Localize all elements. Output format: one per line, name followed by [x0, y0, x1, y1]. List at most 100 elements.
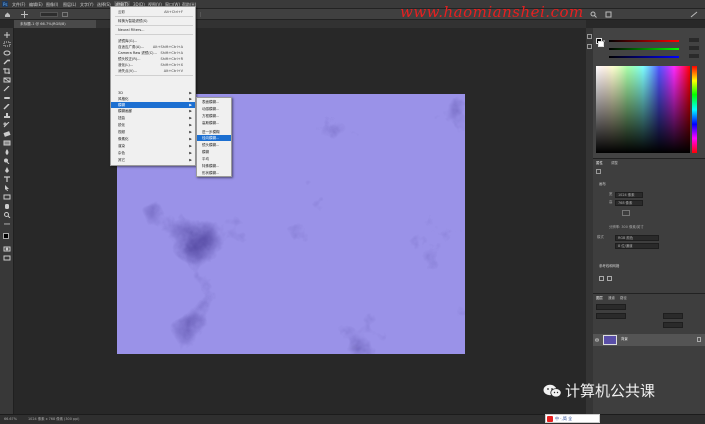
zoom-level[interactable]: 66.67% [4, 417, 17, 422]
ime-status: 中 ·,简 全 [555, 416, 573, 421]
color-spectrum[interactable] [596, 66, 690, 153]
submenu-item-box-blur[interactable]: 方框模糊... [197, 113, 231, 119]
menu-select[interactable]: 选择(S) [97, 1, 111, 8]
red-slider[interactable] [609, 40, 679, 42]
r-value[interactable] [689, 38, 699, 42]
frame-tool-icon[interactable] [3, 77, 11, 83]
crop-tool-icon[interactable] [3, 68, 11, 74]
submenu-item-gaussian-blur[interactable]: 高斯模糊... [197, 120, 231, 126]
blue-slider[interactable] [609, 56, 679, 58]
properties-panel: 属性 调整 画布 宽 1024 像素 高 768 像素 分辨率: 300 像素/… [593, 158, 705, 293]
share-icon[interactable] [690, 11, 698, 18]
eyedropper-tool-icon[interactable] [3, 86, 11, 92]
menu-item-other[interactable]: 其它 ▶ [111, 157, 195, 163]
move-tool-icon[interactable] [3, 32, 11, 38]
menu-edit[interactable]: 编辑(E) [29, 1, 43, 8]
more-tools-icon[interactable] [3, 221, 11, 227]
submenu-item-surface-blur[interactable]: 表面模糊... [197, 99, 231, 105]
rectangle-tool-icon[interactable] [3, 194, 11, 200]
submenu-item-lens-blur[interactable]: 镜头模糊... [197, 142, 231, 148]
menu-item-pixelate[interactable]: 像素化 ▶ [111, 136, 195, 142]
brush-tool-icon[interactable] [3, 104, 11, 110]
history-brush-tool-icon[interactable] [3, 122, 11, 128]
blur-tool-icon[interactable] [3, 149, 11, 155]
app-logo-icon[interactable]: Ps [2, 1, 8, 8]
hand-tool-icon[interactable] [3, 203, 11, 209]
clone-stamp-tool-icon[interactable] [3, 113, 11, 119]
document-info[interactable]: 1024 像素 x 768 像素 (300 ppi) [28, 417, 80, 422]
width-label: 宽 [609, 192, 613, 196]
home-icon[interactable] [4, 11, 11, 18]
options-bar [0, 9, 705, 20]
workspace-icon[interactable] [605, 11, 612, 18]
quick-mask-icon[interactable] [3, 246, 11, 252]
submenu-item-smart-blur[interactable]: 特殊模糊... [197, 163, 231, 169]
tab-properties[interactable]: 属性 [596, 160, 603, 166]
healing-brush-tool-icon[interactable] [3, 95, 11, 101]
ime-toolbar[interactable]: 中 ·,简 全 [545, 414, 600, 423]
menu-item-video[interactable]: 视频 ▶ [111, 129, 195, 135]
fill-field[interactable] [663, 322, 683, 328]
zoom-tool-icon[interactable] [3, 212, 11, 218]
menu-item-blur-gallery[interactable]: 模糊画廊 ▶ [111, 108, 195, 114]
tab-paths[interactable]: 路径 [620, 295, 627, 301]
menu-file[interactable]: 文件(F) [12, 1, 25, 8]
search-icon[interactable] [590, 11, 597, 18]
submenu-item-blur[interactable]: 模糊 [197, 149, 231, 155]
type-tool-icon[interactable] [3, 176, 11, 182]
hue-strip[interactable] [692, 66, 697, 153]
menu-item-vanishing-point[interactable]: 消失点(V)... Alt+Ctrl+V [111, 68, 195, 74]
auto-select-dropdown[interactable] [40, 12, 58, 17]
b-value[interactable] [689, 54, 699, 58]
path-selection-tool-icon[interactable] [3, 185, 11, 191]
menu-item-sharpen[interactable]: 锐化 ▶ [111, 122, 195, 128]
transform-controls-checkbox[interactable] [62, 12, 68, 17]
align-buttons-group[interactable] [200, 12, 240, 17]
green-slider[interactable] [609, 48, 679, 50]
menu-item-noise[interactable]: 杂色 ▶ [111, 150, 195, 156]
resolution-label: 分辨率: 300 像素/英寸 [609, 225, 644, 229]
menu-type[interactable]: 文字(Y) [80, 1, 94, 8]
character-panel-icon[interactable] [587, 44, 592, 49]
bit-depth-select[interactable]: 8 位/通道 [615, 243, 659, 249]
submenu-item-motion-blur[interactable]: 动感模糊... [197, 106, 231, 112]
guide-layout-icon[interactable] [599, 276, 604, 281]
menu-item-convert-smart-filters[interactable]: 转换为智能滤镜(S) [111, 18, 195, 24]
visibility-eye-icon[interactable] [594, 338, 600, 342]
pen-tool-icon[interactable] [3, 167, 11, 173]
blend-mode-select[interactable] [596, 313, 626, 319]
menu-item-distort[interactable]: 扭曲 ▶ [111, 115, 195, 121]
menu-image[interactable]: 图像(I) [46, 1, 58, 8]
eraser-tool-icon[interactable] [3, 131, 11, 137]
menu-layer[interactable]: 图层(L) [63, 1, 76, 8]
tab-layers[interactable]: 图层 [596, 295, 603, 301]
document-tab[interactable]: 未标题-1 @ 66.7%(RGB/8) [14, 20, 96, 28]
submenu-item-radial-blur[interactable]: 径向模糊... [197, 135, 231, 141]
marquee-tool-icon[interactable] [3, 41, 11, 47]
grid-icon[interactable] [607, 276, 612, 281]
height-field[interactable]: 768 像素 [615, 200, 643, 206]
blur-submenu: 表面模糊... 动感模糊... 方框模糊... 高斯模糊... 进一步模糊 径向… [196, 97, 232, 177]
menu-item-render[interactable]: 渲染 ▶ [111, 143, 195, 149]
mode-select[interactable]: RGB 颜色 [615, 235, 659, 241]
dodge-tool-icon[interactable] [3, 158, 11, 164]
quick-select-tool-icon[interactable] [3, 59, 11, 65]
link-dimensions-icon[interactable] [622, 210, 630, 216]
tab-channels[interactable]: 通道 [608, 295, 615, 301]
menu-item-clouds-repeat[interactable]: 云彩 Alt+Ctrl+F [111, 9, 195, 15]
submenu-item-average[interactable]: 平均 [197, 156, 231, 162]
lasso-tool-icon[interactable] [3, 50, 11, 56]
screen-mode-icon[interactable] [3, 255, 11, 261]
layer-row-background[interactable]: 背景 [593, 334, 705, 346]
layer-filter-select[interactable] [596, 304, 626, 310]
submenu-item-shape-blur[interactable]: 形状模糊... [197, 170, 231, 176]
foreground-color-swatch[interactable] [3, 233, 9, 239]
gradient-tool-icon[interactable] [3, 140, 11, 146]
g-value[interactable] [689, 46, 699, 50]
history-panel-icon[interactable] [587, 34, 592, 39]
move-tool-option-icon[interactable] [20, 11, 29, 18]
width-field[interactable]: 1024 像素 [615, 192, 643, 198]
opacity-field[interactable] [663, 313, 683, 319]
menu-item-neural-filters[interactable]: Neural Filters... [111, 27, 195, 33]
tab-adjustments[interactable]: 调整 [611, 160, 618, 166]
